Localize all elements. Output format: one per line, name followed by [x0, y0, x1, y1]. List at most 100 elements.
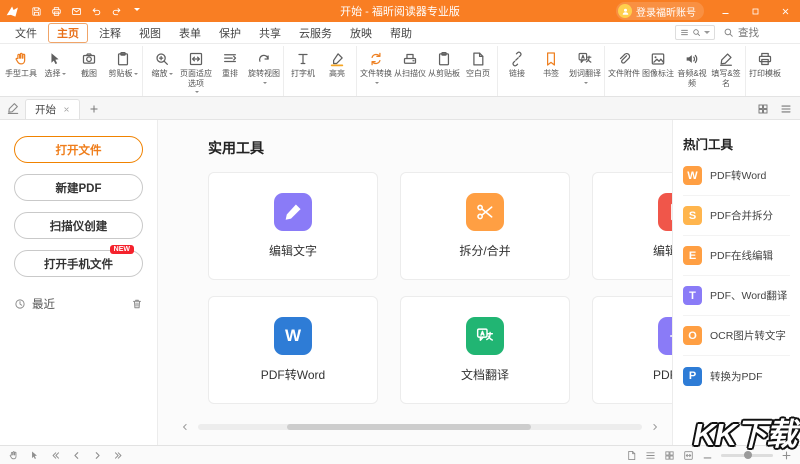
menu-comment[interactable]: 注释: [90, 23, 130, 43]
ribbon-tool-audio-video[interactable]: 音频&视频: [675, 47, 709, 88]
grid-view-icon[interactable]: [757, 103, 769, 115]
ribbon-tool-link[interactable]: 链接: [500, 47, 534, 79]
card-pdf-compress[interactable]: PDF压缩: [592, 296, 672, 404]
search-icon: [692, 28, 701, 37]
ribbon-tool-zoom[interactable]: 缩放: [145, 47, 179, 79]
tool-label: 剪贴板: [109, 69, 133, 79]
hot-tool-ocr[interactable]: O OCR图片转文字: [683, 316, 790, 356]
ribbon-tool-bookmark[interactable]: 书签: [534, 47, 568, 79]
open-mobile-file-button[interactable]: 打开手机文件NEW: [14, 250, 143, 277]
ocr-icon: O: [683, 326, 702, 345]
single-page-icon[interactable]: [626, 450, 637, 461]
tab-start[interactable]: 开始: [25, 99, 80, 119]
quick-toolbar-dropdown[interactable]: [126, 0, 146, 22]
select-icon[interactable]: [29, 450, 40, 461]
ribbon-tool-from-clipboard[interactable]: 从剪贴板: [427, 47, 461, 79]
ribbon-tool-reflow[interactable]: 重排: [213, 47, 247, 79]
ribbon-tool-image-annotation[interactable]: 图像标注: [641, 47, 675, 79]
login-button[interactable]: 登录福昕账号: [616, 2, 704, 20]
trash-icon[interactable]: [131, 298, 143, 310]
new-tab-icon[interactable]: [89, 104, 99, 114]
tab-close-icon[interactable]: [63, 106, 70, 113]
ribbon-tool-print-template[interactable]: 打印模板: [748, 47, 782, 79]
hot-tool-online-edit[interactable]: E PDF在线编辑: [683, 236, 790, 276]
merge-split-icon: S: [683, 206, 702, 225]
menu-help[interactable]: 帮助: [381, 23, 421, 43]
horizontal-scrollbar[interactable]: [198, 424, 642, 430]
menu-present[interactable]: 放映: [341, 23, 381, 43]
menu-cloud[interactable]: 云服务: [290, 23, 341, 43]
ribbon-tool-convert[interactable]: 文件转换: [359, 47, 393, 86]
ribbon-tool-from-scanner[interactable]: 从扫描仪: [393, 47, 427, 79]
menu-share[interactable]: 共享: [250, 23, 290, 43]
card-doc-translate[interactable]: 文档翻译: [400, 296, 570, 404]
tool-cards-grid: 编辑文字 拆分/合并 编辑页面 W PDF转Word 文档翻译: [208, 172, 672, 404]
ribbon-tool-snapshot[interactable]: 截图: [72, 47, 106, 79]
hot-tool-pdf-to-word[interactable]: W PDF转Word: [683, 156, 790, 196]
card-edit-text[interactable]: 编辑文字: [208, 172, 378, 280]
quick-note-icon[interactable]: [6, 101, 20, 115]
chevron-down-icon: [263, 82, 267, 86]
ribbon-tool-highlight[interactable]: 高亮: [320, 47, 354, 79]
hot-tool-convert-to-pdf[interactable]: P 转换为PDF: [683, 356, 790, 396]
menu-protect[interactable]: 保护: [210, 23, 250, 43]
tool-label: 文件转换: [360, 69, 392, 79]
card-pdf-to-word[interactable]: W PDF转Word: [208, 296, 378, 404]
minimize-button[interactable]: [710, 0, 740, 22]
ribbon-tool-blank-page[interactable]: 空白页: [461, 47, 495, 79]
ribbon-tool-select[interactable]: 选择: [38, 47, 72, 79]
maximize-button[interactable]: [740, 0, 770, 22]
facing-view-icon[interactable]: [664, 450, 675, 461]
tool-label: 手型工具: [5, 69, 37, 79]
tool-label: 选择: [45, 69, 61, 79]
chevron-down-icon: [169, 73, 173, 77]
print-button[interactable]: [46, 0, 66, 22]
typewriter-icon: [295, 51, 311, 67]
card-edit-pages[interactable]: 编辑页面: [592, 172, 672, 280]
recent-row[interactable]: 最近: [14, 296, 143, 312]
menu-home[interactable]: 主页: [48, 23, 88, 43]
chevron-down-icon: [195, 91, 199, 95]
minimize-icon: [721, 7, 730, 16]
prev-page-icon[interactable]: [71, 450, 82, 461]
scrollbar-thumb[interactable]: [287, 424, 531, 430]
ribbon-tool-word-translate[interactable]: 划词翻译: [568, 47, 602, 86]
ribbon-tool-hand[interactable]: 手型工具: [4, 47, 38, 79]
search-input[interactable]: [738, 27, 792, 39]
ribbon-tool-rotate-view[interactable]: 旋转视图: [247, 47, 281, 86]
menu-view[interactable]: 视图: [130, 23, 170, 43]
close-button[interactable]: [770, 0, 800, 22]
hot-tool-merge-split[interactable]: S PDF合并拆分: [683, 196, 790, 236]
scroll-left-icon[interactable]: [180, 422, 190, 432]
continuous-view-icon[interactable]: [645, 450, 656, 461]
card-split-merge[interactable]: 拆分/合并: [400, 172, 570, 280]
next-page-icon[interactable]: [92, 450, 103, 461]
tab-menu-icon[interactable]: [780, 103, 792, 115]
tool-label: 文件附件: [608, 69, 640, 79]
ribbon-tool-attachment[interactable]: 文件附件: [607, 47, 641, 79]
last-page-icon[interactable]: [113, 450, 124, 461]
save-button[interactable]: [26, 0, 46, 22]
hand-icon[interactable]: [8, 450, 19, 461]
ribbon-tool-fill-sign[interactable]: 填写&签名: [709, 47, 743, 88]
new-pdf-button[interactable]: 新建PDF: [14, 174, 143, 201]
tool-label: 高亮: [329, 69, 345, 79]
mail-button[interactable]: [66, 0, 86, 22]
menu-form[interactable]: 表单: [170, 23, 210, 43]
ribbon-tool-fit-options[interactable]: 页面适应选项: [179, 47, 213, 95]
link-icon: [509, 51, 525, 67]
open-file-button[interactable]: 打开文件: [14, 136, 143, 163]
search-mode-button[interactable]: [675, 25, 715, 40]
find-field: [723, 27, 792, 39]
pencil-icon: [274, 193, 312, 231]
scroll-right-icon[interactable]: [650, 422, 660, 432]
ribbon-tool-clipboard[interactable]: 剪贴板: [106, 47, 140, 79]
undo-button[interactable]: [86, 0, 106, 22]
hot-tool-word-translate[interactable]: T PDF、Word翻译: [683, 276, 790, 316]
ribbon-tool-typewriter[interactable]: 打字机: [286, 47, 320, 79]
redo-button[interactable]: [106, 0, 126, 22]
menu-file[interactable]: 文件: [6, 23, 46, 43]
chevron-down-icon: [704, 31, 710, 37]
first-page-icon[interactable]: [50, 450, 61, 461]
scanner-create-button[interactable]: 扫描仪创建: [14, 212, 143, 239]
